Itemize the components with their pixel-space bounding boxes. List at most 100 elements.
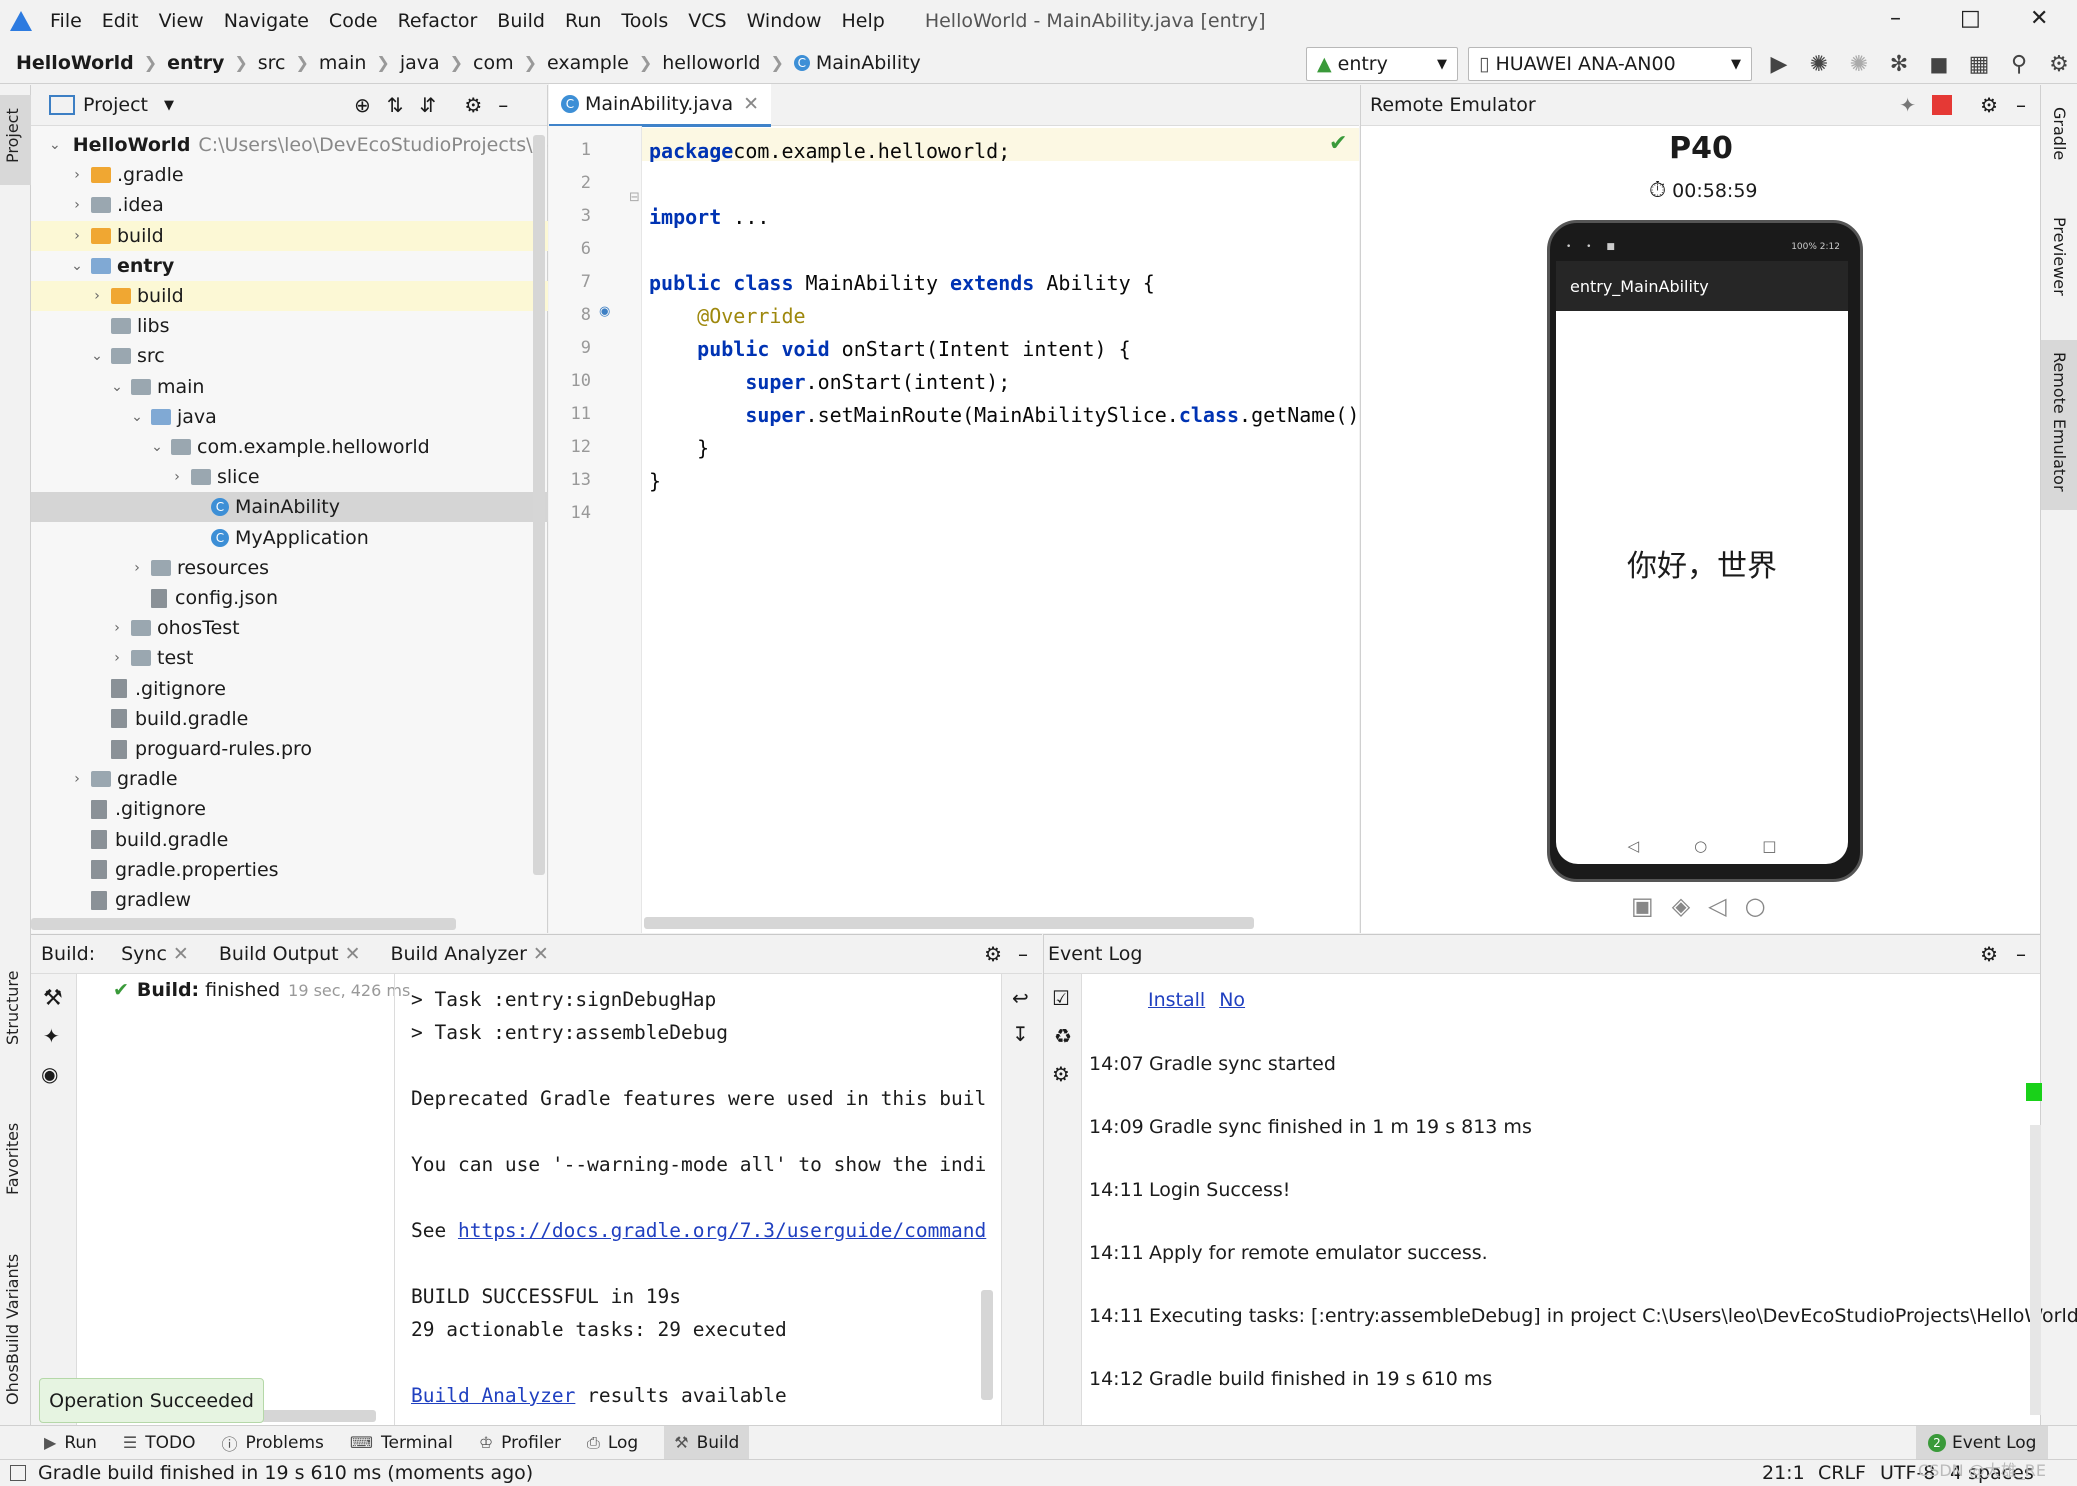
tree-item[interactable]: gradle.properties: [31, 855, 548, 885]
breadcrumb-item[interactable]: entry: [167, 52, 224, 74]
back-icon[interactable]: ◁: [1708, 892, 1726, 920]
chevron-right-icon[interactable]: ›: [89, 288, 105, 304]
tree-item[interactable]: .gitignore: [31, 794, 548, 824]
home-nav-icon[interactable]: ○: [1694, 837, 1707, 855]
breadcrumb-item[interactable]: MainAbility: [816, 52, 921, 74]
project-structure-icon[interactable]: ▦: [1966, 51, 1992, 77]
tree-item[interactable]: › resources: [31, 553, 548, 583]
tree-item[interactable]: build.gradle: [31, 825, 548, 855]
locate-icon[interactable]: ⊕: [354, 93, 371, 117]
hide-icon[interactable]: –: [498, 93, 508, 117]
device-select[interactable]: ▯ HUAWEI ANA-AN00 ▼: [1468, 47, 1752, 81]
breadcrumb-item[interactable]: com: [473, 52, 514, 74]
tree-horizontal-scrollbar[interactable]: [31, 918, 456, 930]
tree-item[interactable]: ⌄ HelloWorld C:\Users\leo\DevEcoStudioProj…: [31, 130, 548, 160]
screenshot-icon[interactable]: ▣: [1631, 892, 1654, 920]
chevron-down-icon[interactable]: ⌄: [109, 379, 125, 395]
tab-main-ability[interactable]: C MainAbility.java ✕: [549, 83, 772, 127]
breadcrumb-item[interactable]: java: [400, 52, 440, 74]
line-separator[interactable]: CRLF: [1818, 1462, 1866, 1484]
build-analyzer-link[interactable]: Build Analyzer: [411, 1384, 575, 1407]
tree-item[interactable]: › .gradle: [31, 160, 548, 190]
chevron-right-icon[interactable]: ›: [169, 469, 185, 485]
menu-item-run[interactable]: Run: [565, 10, 601, 32]
tool-tab-problems[interactable]: ⓘ Problems: [222, 1431, 324, 1455]
tree-vertical-scrollbar[interactable]: [533, 135, 545, 875]
rotate-icon[interactable]: ◈: [1672, 892, 1690, 920]
structure-tool-tab[interactable]: Structure: [0, 965, 31, 1075]
close-window-button[interactable]: ✕: [2030, 6, 2048, 31]
menu-item-edit[interactable]: Edit: [102, 10, 139, 32]
stop-icon[interactable]: ■: [1926, 51, 1952, 77]
tool-tab-log[interactable]: ⎙ Log: [587, 1433, 638, 1453]
breadcrumb-item[interactable]: helloworld: [662, 52, 760, 74]
ohos-variants-tool-tab[interactable]: OhosBuild Variants: [0, 1235, 31, 1415]
menu-item-file[interactable]: File: [50, 10, 82, 32]
tree-item[interactable]: ⌄ com.example.helloworld: [31, 432, 548, 462]
chevron-down-icon[interactable]: ▼: [164, 98, 174, 113]
breadcrumb-item[interactable]: main: [319, 52, 366, 74]
output-vertical-scrollbar[interactable]: [981, 1290, 993, 1400]
chevron-right-icon[interactable]: ›: [69, 197, 85, 213]
editor-horizontal-scrollbar[interactable]: [644, 917, 1254, 929]
favorites-tool-tab[interactable]: Favorites: [0, 1095, 31, 1215]
tree-item[interactable]: › gradle: [31, 764, 548, 794]
run-icon[interactable]: ▶: [1766, 51, 1792, 77]
remote-emulator-tool-tab[interactable]: Remote Emulator: [2041, 340, 2077, 510]
tree-item[interactable]: › .idea: [31, 190, 548, 220]
tree-item[interactable]: › slice: [31, 462, 548, 492]
scroll-to-end-icon[interactable]: ↧: [1012, 1022, 1029, 1046]
tool-tab-build[interactable]: ⚒ Build: [664, 1425, 750, 1460]
attach-debugger-icon[interactable]: ✺: [1846, 51, 1872, 77]
breadcrumb-item[interactable]: example: [547, 52, 629, 74]
tree-item[interactable]: libs: [31, 311, 548, 341]
chevron-down-icon[interactable]: ⌄: [149, 439, 165, 455]
collapse-all-icon[interactable]: ⇵: [420, 93, 437, 117]
tree-item[interactable]: C MyApplication: [31, 523, 548, 553]
recents-nav-icon[interactable]: □: [1762, 837, 1776, 855]
back-nav-icon[interactable]: ◁: [1628, 837, 1640, 855]
gradle-tool-tab[interactable]: Gradle: [2041, 95, 2077, 195]
gear-icon[interactable]: ⚙: [1980, 93, 1998, 117]
inspection-ok-icon[interactable]: ✔: [1329, 131, 1347, 156]
menu-item-navigate[interactable]: Navigate: [224, 10, 309, 32]
chevron-right-icon[interactable]: ›: [129, 560, 145, 576]
chevron-down-icon[interactable]: ⌄: [89, 348, 105, 364]
tree-item[interactable]: config.json: [31, 583, 548, 613]
chevron-right-icon[interactable]: ›: [69, 228, 85, 244]
chevron-down-icon[interactable]: ⌄: [49, 137, 61, 153]
tool-tab-todo[interactable]: ☰ TODO: [123, 1433, 196, 1453]
tool-tab-profiler[interactable]: ♔ Profiler: [479, 1433, 561, 1453]
project-panel-title[interactable]: Project: [83, 94, 148, 116]
menu-item-view[interactable]: View: [159, 10, 204, 32]
build-output-console[interactable]: > Task :entry:signDebugHap > Task :entry:…: [31, 935, 1001, 1426]
debug-icon[interactable]: ✺: [1806, 51, 1832, 77]
project-tool-tab[interactable]: Project: [0, 95, 31, 185]
breadcrumb-item[interactable]: HelloWorld: [16, 52, 134, 74]
tree-item[interactable]: › test: [31, 643, 548, 673]
home-icon[interactable]: ○: [1745, 892, 1766, 920]
tree-item[interactable]: ⌄ main: [31, 372, 548, 402]
module-select[interactable]: ▲ entry ▼: [1306, 47, 1458, 81]
toggle-tool-windows-icon[interactable]: [10, 1465, 26, 1481]
chevron-right-icon[interactable]: ›: [109, 650, 125, 666]
chevron-right-icon[interactable]: ›: [109, 620, 125, 636]
tree-item[interactable]: gradlew: [31, 885, 548, 915]
tree-item[interactable]: build.gradle: [31, 704, 548, 734]
tree-item[interactable]: ⌄ java: [31, 402, 548, 432]
hide-icon[interactable]: –: [2016, 942, 2026, 966]
settings-gear-icon[interactable]: ⚙: [2046, 51, 2072, 77]
tree-item[interactable]: ⌄ src: [31, 341, 548, 371]
chevron-down-icon[interactable]: ⌄: [69, 258, 85, 274]
tree-item[interactable]: › ohosTest: [31, 613, 548, 643]
stop-emulator-icon[interactable]: [1932, 95, 1953, 115]
tool-tab-run[interactable]: ▶ Run: [44, 1433, 97, 1453]
caret-position[interactable]: 21:1: [1762, 1462, 1805, 1484]
tree-item[interactable]: proguard-rules.pro: [31, 734, 548, 764]
gradle-docs-link[interactable]: https://docs.gradle.org/7.3/userguide/co…: [458, 1219, 986, 1242]
event-log-tab[interactable]: 2 Event Log: [1916, 1426, 2049, 1460]
minimize-button[interactable]: –: [1890, 6, 1901, 31]
hide-icon[interactable]: –: [1018, 942, 1028, 966]
tree-item[interactable]: ⌄ entry: [31, 251, 548, 281]
tree-item[interactable]: .gitignore: [31, 674, 548, 704]
